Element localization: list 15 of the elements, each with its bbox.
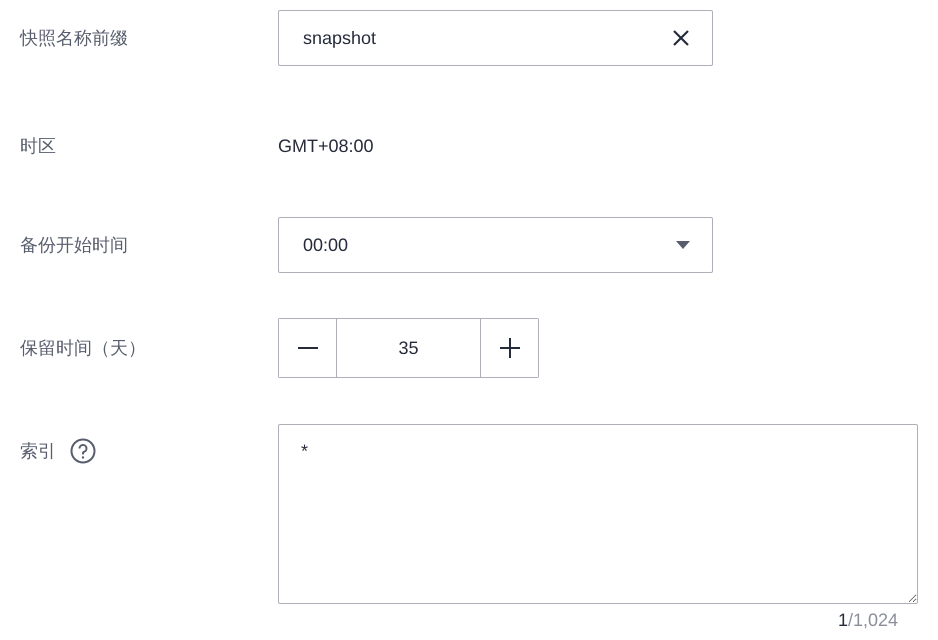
field-label: 保留时间（天） (20, 337, 146, 360)
text-field[interactable]: snapshot (278, 10, 713, 66)
minus-icon (298, 347, 318, 349)
field-label: 备份开始时间 (20, 234, 128, 257)
field-label: 快照名称前缀 (20, 27, 128, 50)
plus-icon (500, 338, 520, 358)
close-icon[interactable] (672, 29, 690, 47)
dropdown-caret-icon (676, 241, 690, 249)
character-counter: 1/1,024 (838, 610, 898, 631)
select-field[interactable]: 00:00 (278, 217, 713, 273)
field-value: GMT+08:00 (278, 136, 374, 156)
text-area[interactable]: * (278, 424, 918, 604)
help-icon[interactable] (70, 438, 96, 464)
field-label: 时区 (20, 135, 56, 158)
field-label: 索引 (20, 440, 56, 463)
